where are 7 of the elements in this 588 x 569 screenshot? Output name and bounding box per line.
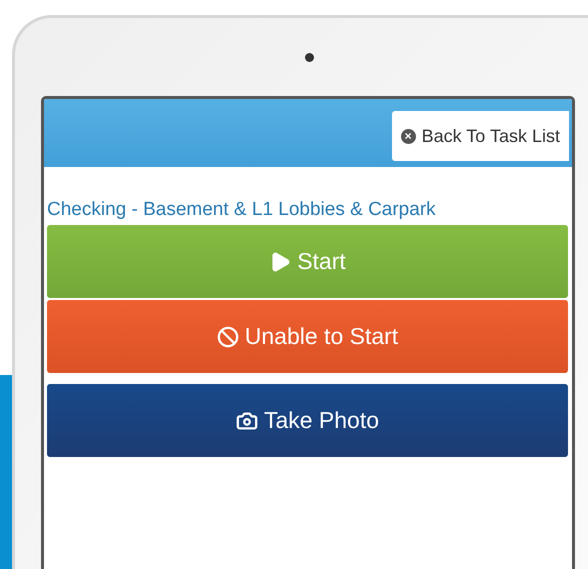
camera-icon: [236, 410, 258, 432]
photo-button[interactable]: Take Photo: [47, 384, 568, 457]
unable-button[interactable]: Unable to Start: [47, 300, 568, 373]
no-entry-icon: [216, 326, 239, 348]
back-button[interactable]: × Back To Task List: [392, 111, 569, 161]
task-title: Checking - Basement & L1 Lobbies & Carpark: [47, 199, 437, 221]
close-icon: ×: [400, 128, 416, 144]
